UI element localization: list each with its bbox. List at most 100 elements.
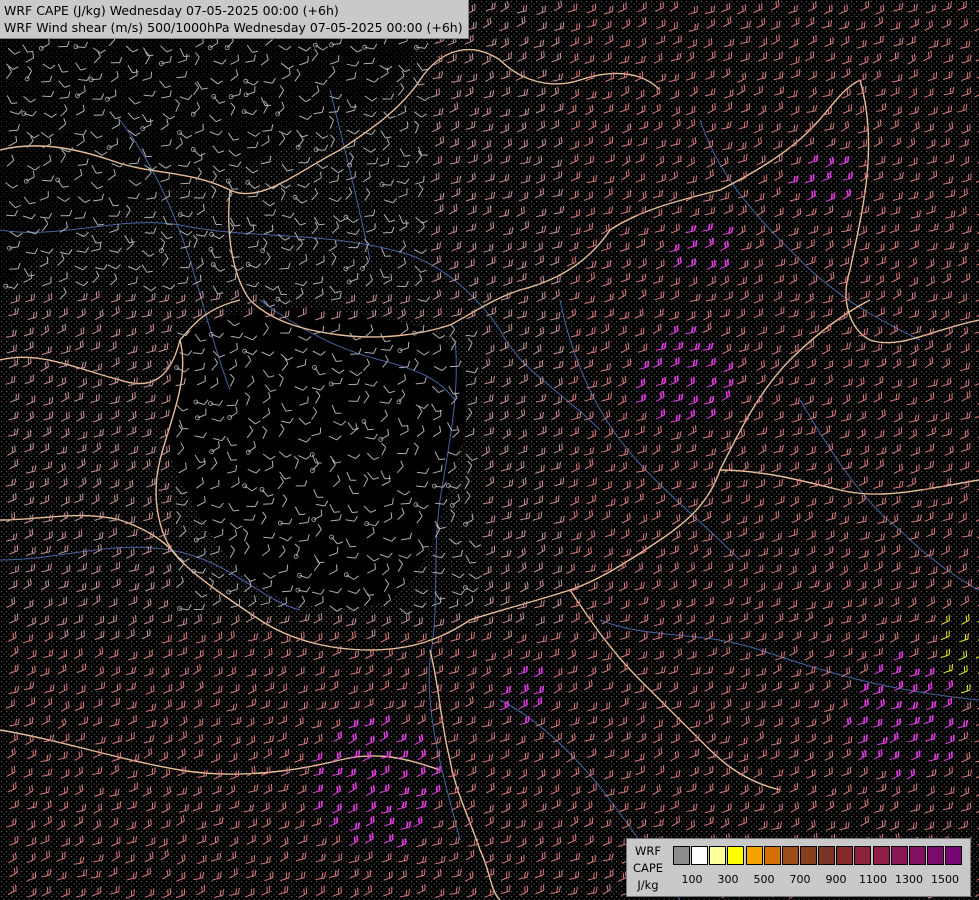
wind-barb [262, 580, 273, 590]
wind-barb [244, 355, 252, 368]
wind-barb [379, 552, 393, 558]
wind-barb [211, 416, 225, 422]
wind-barb [264, 384, 277, 392]
wind-barb [210, 502, 224, 509]
wind-barb [229, 545, 236, 559]
wind-barb [177, 442, 185, 456]
wind-barb [361, 419, 374, 431]
wind-barb [226, 451, 237, 461]
wind-barb [264, 460, 274, 472]
cape-legend: WRF CAPE J/kg 100 300 500 700 900 1100 1300 150… [626, 838, 971, 897]
legend-color-scale [673, 846, 963, 865]
wind-barb [448, 386, 460, 395]
wind-barb [346, 552, 359, 559]
legend-tick-labels: 100 300 500 700 900 1100 1300 1500 [627, 873, 970, 887]
wind-barb [397, 417, 408, 427]
wind-barb [311, 427, 322, 437]
wind-barb [380, 409, 388, 423]
wind-barb [347, 588, 361, 595]
wind-barb [213, 435, 226, 442]
legend-swatch [854, 846, 872, 865]
wind-barb [417, 539, 429, 548]
wind-barb [278, 373, 284, 387]
wind-barb [348, 378, 360, 386]
wind-barb [416, 349, 430, 356]
wind-barb [277, 476, 284, 490]
wind-barb [328, 435, 342, 441]
wind-barb [281, 494, 288, 508]
wind-barb [176, 424, 183, 438]
wind-barb [397, 341, 410, 354]
wind-barb [413, 502, 429, 510]
wind-barb [396, 489, 411, 496]
wind-barb [277, 518, 293, 526]
wind-barb [280, 353, 294, 361]
weather-map: WRF CAPE (J/kg) Wednesday 07-05-2025 00:… [0, 0, 979, 900]
wind-barb [262, 572, 276, 579]
wind-barb [381, 344, 394, 351]
wind-barb [242, 528, 249, 542]
wind-barb [416, 425, 425, 438]
wind-barb [366, 452, 380, 461]
wind-barb [192, 348, 206, 355]
wind-barb [245, 440, 256, 455]
wind-barb [383, 498, 394, 507]
legend-tick-label: 700 [789, 873, 811, 886]
legend-swatch [818, 846, 836, 865]
wind-barb [195, 408, 207, 421]
wind-barb [343, 572, 360, 580]
wind-barb [315, 390, 321, 404]
wind-barb [262, 425, 268, 440]
wind-barb [312, 350, 326, 356]
wind-barb [247, 375, 255, 388]
wind-barb [397, 507, 405, 520]
wind-barb [312, 365, 326, 376]
wind-barb [281, 585, 294, 593]
wind-barb [315, 311, 325, 321]
wind-barb [280, 327, 292, 334]
wind-barb [399, 425, 409, 436]
legend-tick-label: 300 [717, 873, 739, 886]
wind-barb [278, 451, 292, 458]
wind-barb [242, 483, 258, 492]
wind-barb [383, 512, 393, 523]
legend-swatch [908, 846, 926, 865]
wind-barb [208, 400, 224, 407]
map-canvas [0, 0, 979, 900]
legend-swatch [836, 846, 854, 865]
wind-barb [432, 425, 442, 438]
wind-barb [331, 367, 345, 374]
wind-barb [297, 454, 312, 460]
wind-barb [313, 554, 325, 564]
wind-barb [298, 516, 310, 525]
wind-barb [296, 358, 307, 368]
wind-barb [396, 577, 405, 589]
wind-barb [345, 538, 357, 548]
wind-barb [452, 425, 460, 438]
wind-barb [347, 454, 361, 460]
wind-barb [330, 513, 342, 522]
wind-barb [363, 505, 377, 513]
wind-barb [247, 468, 261, 474]
wind-barb [365, 433, 378, 440]
wind-barb [432, 344, 442, 355]
wind-barb [329, 503, 340, 513]
wind-barb [280, 417, 294, 424]
wind-barb [231, 477, 240, 489]
wind-barb [209, 441, 220, 455]
wind-barb [244, 335, 258, 341]
wind-barb [383, 385, 396, 394]
wind-barb [398, 553, 412, 559]
wind-barb [366, 554, 380, 562]
wind-barb [400, 497, 412, 505]
wind-barb [349, 370, 363, 377]
wind-barb [260, 511, 267, 525]
title-line-cape: WRF CAPE (J/kg) Wednesday 07-05-2025 00:… [4, 3, 339, 18]
wind-barb [175, 378, 186, 387]
wind-barb [328, 564, 338, 575]
map-title-box: WRF CAPE (J/kg) Wednesday 07-05-2025 00:… [0, 0, 469, 39]
wind-barb [261, 351, 275, 357]
wind-barb [294, 347, 308, 354]
wind-barb [381, 475, 391, 486]
wind-barb [416, 406, 423, 420]
